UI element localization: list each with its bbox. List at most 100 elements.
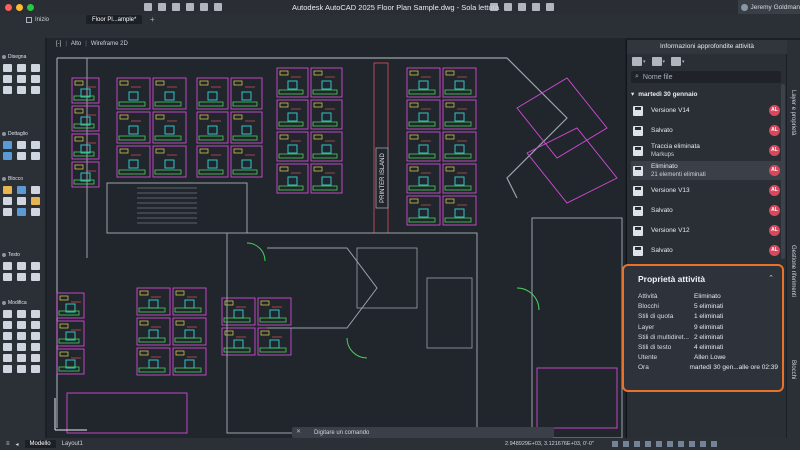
minimize-window-button[interactable] — [16, 3, 23, 11]
side-tab-blocks[interactable]: Blocchi — [790, 360, 796, 379]
zoom-window-button[interactable] — [27, 3, 34, 11]
user-account[interactable]: Jeremy Goldman — [738, 0, 800, 14]
mtext-icon[interactable] — [3, 262, 12, 270]
trace-icon[interactable] — [546, 3, 554, 11]
user-avatar[interactable]: AL — [769, 245, 780, 256]
polyline-icon[interactable] — [17, 64, 26, 72]
lengthen-icon[interactable] — [17, 365, 26, 373]
open-file-icon[interactable] — [158, 3, 166, 11]
activity-item[interactable]: Versione V14 AL — [631, 101, 781, 120]
command-line[interactable]: ✕ Digitare un comando — [292, 427, 554, 438]
stretch-icon[interactable] — [31, 310, 40, 318]
edit-block-icon[interactable] — [31, 186, 40, 194]
section-modify[interactable]: Modifica — [2, 300, 27, 306]
trim-icon[interactable] — [3, 332, 12, 340]
section-text[interactable]: Testo — [2, 252, 20, 258]
array-icon[interactable] — [3, 343, 12, 351]
user-avatar[interactable]: AL — [769, 145, 780, 156]
activity-item[interactable]: Versione V12 AL — [631, 221, 781, 240]
markup-icon[interactable] — [3, 152, 12, 160]
fillet-icon[interactable] — [31, 332, 40, 340]
workspace-icon[interactable] — [700, 441, 706, 447]
extend-icon[interactable] — [17, 332, 26, 340]
tag-icon[interactable] — [31, 152, 40, 160]
section-block[interactable]: Blocco — [2, 176, 23, 182]
close-command-icon[interactable]: ✕ — [296, 428, 301, 435]
undo-icon[interactable] — [200, 3, 208, 11]
mirror-icon[interactable] — [17, 321, 26, 329]
move-icon[interactable] — [3, 310, 12, 318]
search-input[interactable]: ⌕ Nome file — [631, 71, 781, 83]
activity-item[interactable]: Eliminato 21 elementi eliminati AL — [631, 161, 781, 180]
list-view-icon[interactable] — [671, 57, 682, 66]
section-draw[interactable]: Disegna — [2, 54, 26, 60]
user-avatar[interactable]: AL — [769, 165, 780, 176]
user-avatar[interactable]: AL — [769, 185, 780, 196]
orbit-icon[interactable] — [518, 3, 526, 11]
user-avatar[interactable]: AL — [769, 205, 780, 216]
rotate-icon[interactable] — [3, 321, 12, 329]
user-filter-icon[interactable] — [651, 57, 662, 66]
text-style-icon[interactable] — [17, 262, 26, 270]
zoom-icon[interactable] — [504, 3, 512, 11]
activity-item[interactable]: Salvato AL — [631, 241, 781, 260]
polar-icon[interactable] — [656, 441, 662, 447]
attribute-icon[interactable] — [3, 197, 12, 205]
offset-icon[interactable] — [17, 343, 26, 351]
grid-icon[interactable] — [623, 441, 629, 447]
command-input[interactable]: Digitare un comando — [314, 430, 369, 436]
osnap-icon[interactable] — [667, 441, 673, 447]
activity-item[interactable]: Versione V13 AL — [631, 181, 781, 200]
panel-scrollbar[interactable] — [781, 84, 785, 259]
activity-item[interactable]: Salvato AL — [631, 121, 781, 140]
redo-icon[interactable] — [214, 3, 222, 11]
collapse-icon[interactable]: ⌃ — [768, 274, 774, 282]
tab-floor-plan[interactable]: Floor Pl...ample* — [86, 15, 143, 24]
user-avatar[interactable]: AL — [769, 125, 780, 136]
erase-icon[interactable] — [3, 354, 12, 362]
side-tab-references[interactable]: Gestione riferimenti — [790, 245, 796, 297]
tab-start[interactable]: Inizio — [26, 16, 49, 24]
tab-layout1[interactable]: Layout1 — [62, 441, 83, 447]
filter-icon[interactable] — [632, 57, 642, 66]
close-window-button[interactable] — [5, 3, 12, 11]
snap-icon[interactable] — [634, 441, 640, 447]
customize-icon[interactable] — [711, 441, 717, 447]
group-icon[interactable] — [31, 208, 40, 216]
model-space-icon[interactable] — [612, 441, 618, 447]
viewport-menu[interactable]: [-] — [56, 41, 61, 47]
table-icon[interactable] — [31, 141, 40, 149]
spell-check-icon[interactable] — [31, 262, 40, 270]
break-icon[interactable] — [17, 354, 26, 362]
block-editor-icon[interactable] — [17, 197, 26, 205]
ellipse-icon[interactable] — [3, 86, 12, 94]
line-icon[interactable] — [3, 64, 12, 72]
ortho-icon[interactable] — [645, 441, 651, 447]
explode-icon[interactable] — [31, 343, 40, 351]
new-tab-button[interactable]: + — [150, 15, 155, 24]
layout-prev-icon[interactable]: ◂ — [16, 441, 19, 448]
align-icon[interactable] — [31, 365, 40, 373]
chevron-down-icon[interactable]: ▾ — [663, 59, 666, 65]
hatch-icon[interactable] — [31, 75, 40, 83]
create-block-icon[interactable] — [17, 186, 26, 194]
scale-text-icon[interactable] — [31, 273, 40, 281]
revcloud-icon[interactable] — [17, 152, 26, 160]
circle-icon[interactable] — [31, 64, 40, 72]
new-file-icon[interactable] — [144, 3, 152, 11]
chevron-down-icon[interactable]: ▾ — [643, 59, 646, 65]
user-avatar[interactable]: AL — [769, 105, 780, 116]
chevron-down-icon[interactable]: ▾ — [682, 59, 685, 65]
insert-block-icon[interactable] — [3, 186, 12, 194]
point-icon[interactable] — [31, 86, 40, 94]
wblock-icon[interactable] — [3, 208, 12, 216]
save-as-icon[interactable] — [186, 3, 194, 11]
chamfer-icon[interactable] — [3, 365, 12, 373]
activity-item[interactable]: Salvato AL — [631, 201, 781, 220]
pan-icon[interactable] — [490, 3, 498, 11]
palette-icon[interactable] — [31, 197, 40, 205]
share-icon[interactable] — [532, 3, 540, 11]
find-text-icon[interactable] — [3, 273, 12, 281]
arc-icon[interactable] — [3, 75, 12, 83]
visual-style[interactable]: Wireframe 2D — [91, 41, 128, 47]
